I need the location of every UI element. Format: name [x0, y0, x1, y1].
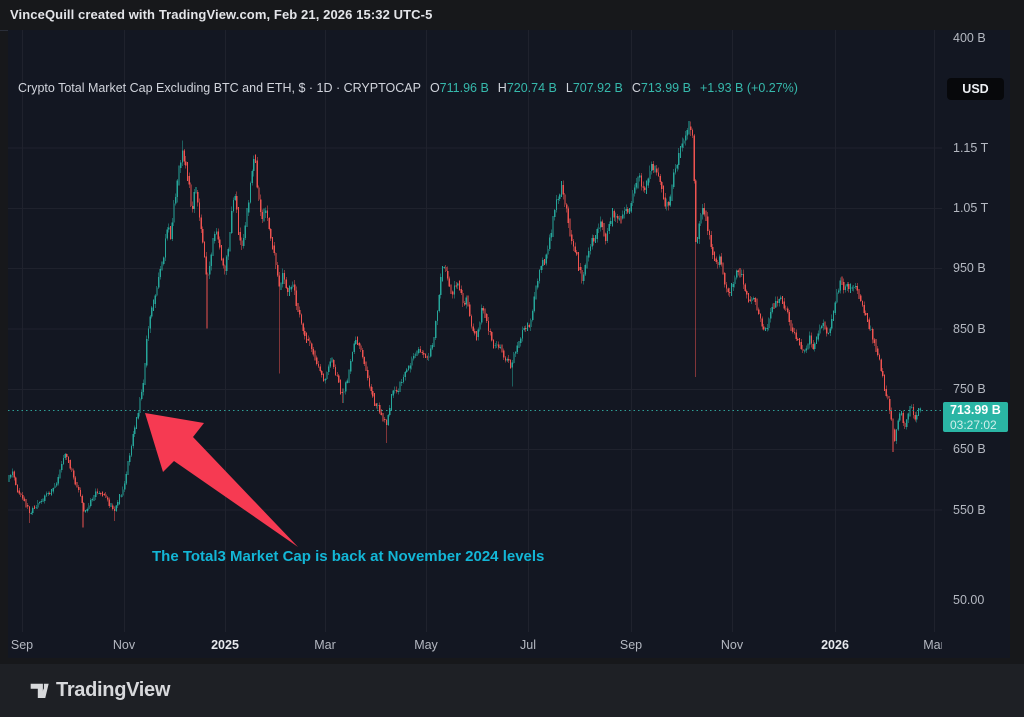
last-price-value: 713.99 B — [950, 403, 1008, 418]
price-axis-label: 750 B — [953, 382, 986, 396]
time-axis-label: Mar — [314, 638, 336, 652]
time-axis-label: Jul — [520, 638, 536, 652]
annotation-text[interactable]: The Total3 Market Cap is back at Novembe… — [152, 548, 544, 565]
time-axis[interactable]: Sep Nov 2025 Mar May Jul Sep Nov 2026 Mar — [8, 632, 942, 658]
last-price-badge: 713.99 B 03:27:02 — [943, 402, 1008, 432]
price-axis-label: 50.00 — [953, 593, 984, 607]
time-axis-label: Mar — [923, 638, 942, 652]
bar-countdown: 03:27:02 — [950, 418, 1008, 432]
price-axis-label: 1.05 T — [953, 201, 988, 215]
time-axis-label: May — [414, 638, 438, 652]
price-axis-label: 1.15 T — [953, 141, 988, 155]
attribution-watermark: VinceQuill created with TradingView.com,… — [10, 7, 432, 22]
time-axis-label: Nov — [721, 638, 743, 652]
time-axis-label: Sep — [620, 638, 642, 652]
time-axis-label: 2025 — [211, 638, 239, 652]
price-axis-label: 550 B — [953, 503, 986, 517]
price-axis-label: 850 B — [953, 322, 986, 336]
time-axis-label: Sep — [11, 638, 33, 652]
footer-bar: TradingView — [0, 664, 1024, 717]
time-axis-label: Nov — [113, 638, 135, 652]
price-axis[interactable]: USD 400 B 1.15 T 1.05 T 950 B 850 B 750 B 650 … — [942, 30, 1010, 658]
tradingview-logo[interactable]: TradingView — [30, 679, 170, 702]
price-axis-label: 650 B — [953, 442, 986, 456]
tradingview-logo-icon — [30, 681, 49, 700]
price-axis-label: 950 B — [953, 261, 986, 275]
currency-badge[interactable]: USD — [947, 78, 1004, 100]
price-axis-label: 400 B — [953, 31, 986, 45]
time-axis-label: 2026 — [821, 638, 849, 652]
tradingview-logo-text: TradingView — [56, 679, 170, 702]
tradingview-published-chart: VinceQuill created with TradingView.com,… — [0, 0, 1024, 717]
annotation-arrow[interactable] — [8, 30, 942, 632]
